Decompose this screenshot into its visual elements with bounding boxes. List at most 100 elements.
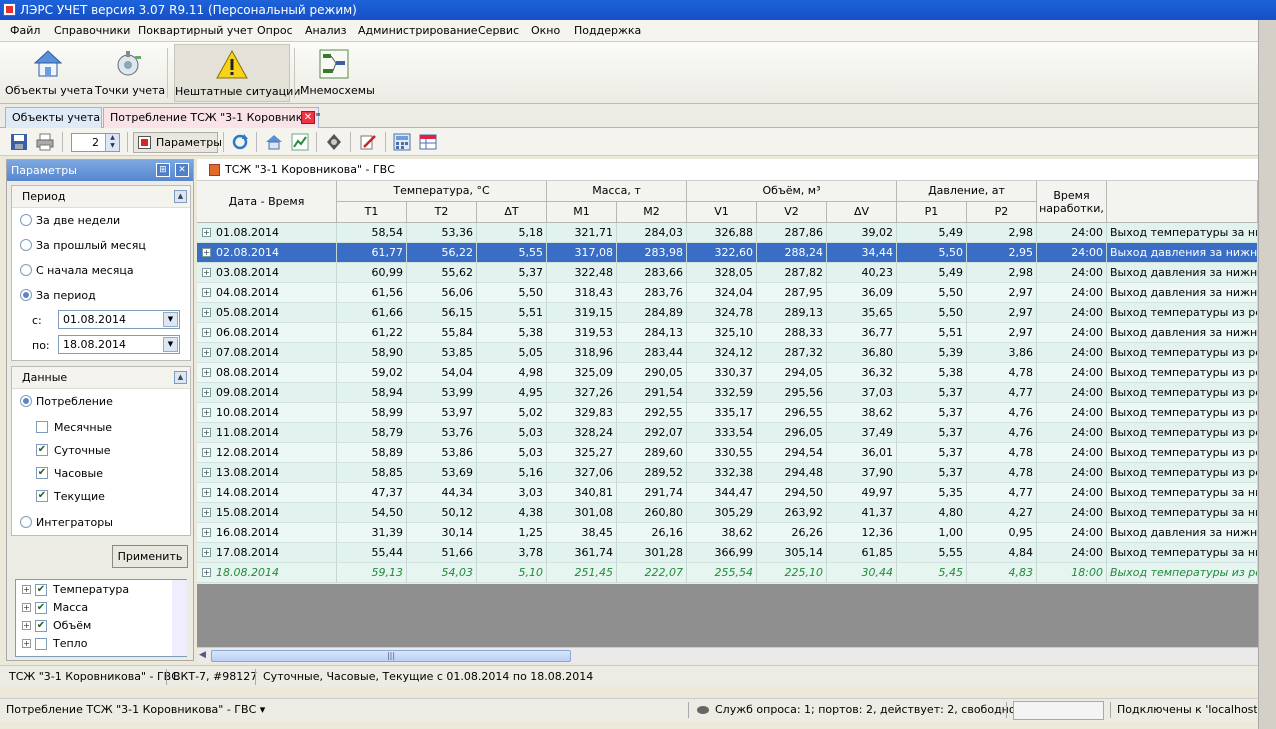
tree-check-heat[interactable] [35,638,47,650]
check-hourly[interactable]: ✔ [36,467,48,479]
calculator-icon[interactable] [393,133,411,151]
expand-row-icon[interactable]: + [202,268,211,277]
expand-row-icon[interactable]: + [202,568,211,577]
date-to-field[interactable]: 18.08.2014 ▼ [58,335,180,354]
table-row[interactable]: 16.08.2014 +31,39 30,14 1,25 38,45 26,16 38,62… [197,523,1258,543]
expand-icon[interactable]: + [22,585,31,594]
tab-consumption[interactable]: Потребление ТСЖ "3-1 Коровников" ✕ [103,107,321,128]
tree-scrollbar[interactable] [172,580,187,656]
collapse-icon[interactable]: ▲ [174,190,187,203]
parameters-button[interactable]: Параметры [133,132,222,153]
scroll-thumb[interactable]: ||| [211,650,571,662]
pin-icon[interactable]: ⊞ [156,163,170,177]
scroll-left-icon[interactable]: ◀ [199,650,206,660]
points-button[interactable]: Точки учета [95,44,165,102]
check-current[interactable]: ✔ [36,490,48,502]
home-icon[interactable] [265,133,283,151]
table-row[interactable]: 08.08.2014 +59,02 54,04 4,98 325,09 290,05 330… [197,363,1258,383]
table-row[interactable]: 06.08.2014 +61,22 55,84 5,38 319,53 284,13 325… [197,323,1258,343]
expand-row-icon[interactable]: + [202,368,211,377]
table-row[interactable]: 18.08.2014 +59,13 54,03 5,10 251,45 222,07 255… [197,563,1258,583]
table-row[interactable]: 01.08.2014 +58,54 53,36 5,18 321,71 284,03 326… [197,223,1258,243]
expand-row-icon[interactable]: + [202,308,211,317]
menu-poll[interactable]: Опрос [257,24,293,37]
col-p2[interactable]: P2 [967,202,1037,223]
radio-integrators[interactable] [20,516,32,528]
expand-row-icon[interactable]: + [202,448,211,457]
close-icon[interactable]: ✕ [175,163,189,177]
expand-row-icon[interactable]: + [202,468,211,477]
col-m1[interactable]: M1 [547,202,617,223]
expand-row-icon[interactable]: + [202,228,211,237]
horizontal-scrollbar[interactable]: ◀ ||| [197,647,1258,663]
header-date[interactable]: Дата - Время [197,181,337,223]
expand-row-icon[interactable]: + [202,248,211,257]
table-row[interactable]: 09.08.2014 +58,94 53,99 4,95 327,26 291,54 332… [197,383,1258,403]
table-row[interactable]: 10.08.2014 +58,99 53,97 5,02 329,83 292,55 335… [197,403,1258,423]
header-mass[interactable]: Масса, т [547,181,687,202]
expand-row-icon[interactable]: + [202,428,211,437]
table-row[interactable]: 05.08.2014 +61,66 56,15 5,51 319,15 284,89 324… [197,303,1258,323]
menu-apartment[interactable]: Поквартирный учет [138,24,253,37]
menu-analysis[interactable]: Анализ [305,24,347,37]
col-v1[interactable]: V1 [687,202,757,223]
expand-row-icon[interactable]: + [202,348,211,357]
probe-icon[interactable] [325,133,343,151]
radio-consumption[interactable] [20,395,32,407]
col-m2[interactable]: M2 [617,202,687,223]
objects-button[interactable]: Объекты учета [5,44,93,102]
expand-row-icon[interactable]: + [202,548,211,557]
menu-window[interactable]: Окно [531,24,560,37]
menu-file[interactable]: Файл [10,24,40,37]
chart-icon[interactable] [291,133,309,151]
header-temperature[interactable]: Температура, °C [337,181,547,202]
col-dv[interactable]: ΔV [827,202,897,223]
header-volume[interactable]: Объём, м³ [687,181,897,202]
expand-icon[interactable]: + [22,621,31,630]
table-row[interactable]: 07.08.2014 +58,90 53,85 5,05 318,96 283,44 324… [197,343,1258,363]
menu-service[interactable]: Сервис [478,24,519,37]
edit-icon[interactable] [359,133,377,151]
menu-admin[interactable]: Администрирование [358,24,478,37]
col-p1[interactable]: P1 [897,202,967,223]
expand-row-icon[interactable]: + [202,528,211,537]
col-v2[interactable]: V2 [757,202,827,223]
stepper-arrows-icon[interactable]: ▲ ▼ [105,134,119,151]
tree-check-volume[interactable]: ✔ [35,620,47,632]
table-row[interactable]: 02.08.2014 +61,77 56,22 5,55 317,08 283,98 322… [197,243,1258,263]
table-row[interactable]: 14.08.2014 +47,37 44,34 3,03 340,81 291,74 344… [197,483,1258,503]
menu-directories[interactable]: Справочники [54,24,130,37]
expand-row-icon[interactable]: + [202,328,211,337]
print-icon[interactable] [36,133,54,151]
table-row[interactable]: 15.08.2014 +54,50 50,12 4,38 301,08 260,80 305… [197,503,1258,523]
alarms-button[interactable]: Нештатные ситуации [174,44,300,102]
diagrams-button[interactable]: Мнемосхемы [300,44,375,102]
expand-row-icon[interactable]: + [202,388,211,397]
expand-row-icon[interactable]: + [202,408,211,417]
table-icon[interactable] [419,133,437,151]
period-heading[interactable]: Период ▲ [12,186,190,208]
tree-check-mass[interactable]: ✔ [35,602,47,614]
check-daily[interactable]: ✔ [36,444,48,456]
check-monthly[interactable] [36,421,48,433]
radio-last-month[interactable] [20,239,32,251]
radio-custom-period[interactable] [20,289,32,301]
apply-button[interactable]: Применить [112,545,188,568]
table-row[interactable]: 03.08.2014 +60,99 55,62 5,37 322,48 283,66 328… [197,263,1258,283]
expand-row-icon[interactable]: + [202,288,211,297]
status-document-dropdown[interactable]: Потребление ТСЖ "3-1 Коровникова" - ГВС … [6,703,265,716]
col-t2[interactable]: T2 [407,202,477,223]
table-row[interactable]: 11.08.2014 +58,79 53,76 5,03 328,24 292,07 333… [197,423,1258,443]
data-heading[interactable]: Данные ▲ [12,367,190,389]
dropdown-icon[interactable]: ▼ [163,337,178,352]
expand-icon[interactable]: + [22,603,31,612]
expand-row-icon[interactable]: + [202,488,211,497]
menu-support[interactable]: Поддержка [574,24,641,37]
close-icon[interactable]: ✕ [301,111,315,124]
save-icon[interactable] [10,133,28,151]
header-runtime[interactable]: Время наработки, [1037,181,1107,223]
table-row[interactable]: 04.08.2014 +61,56 56,06 5,50 318,43 283,76 324… [197,283,1258,303]
header-pressure[interactable]: Давление, ат [897,181,1037,202]
radio-two-weeks[interactable] [20,214,32,226]
date-from-field[interactable]: 01.08.2014 ▼ [58,310,180,329]
